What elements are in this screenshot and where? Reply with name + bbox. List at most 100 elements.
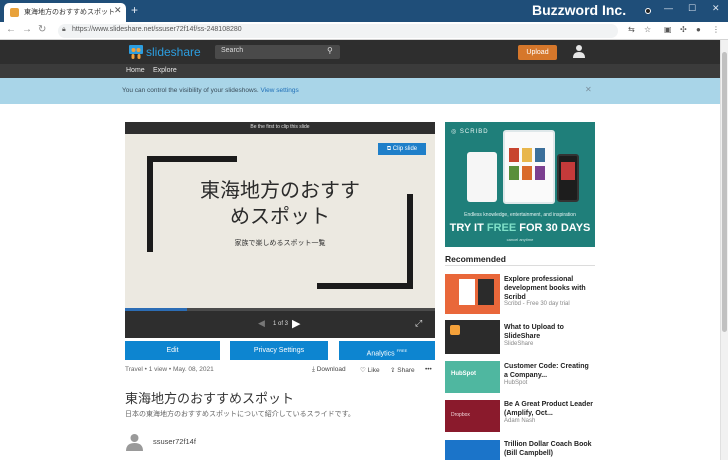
analytics-button[interactable]: Analytics FREE bbox=[339, 341, 435, 360]
minimize-icon[interactable]: — bbox=[664, 3, 673, 13]
site-header: slideshare Search ⚲ Upload bbox=[0, 40, 720, 64]
tab-title: 東海地方のおすすめスポット bbox=[24, 9, 115, 16]
book-cover bbox=[522, 148, 532, 162]
slideshare-logo-icon bbox=[450, 325, 460, 335]
recommended-thumbnail[interactable] bbox=[445, 440, 500, 460]
like-button[interactable]: ♡ Like bbox=[360, 366, 380, 374]
puzzle-icon[interactable]: ✣ bbox=[680, 25, 687, 34]
forward-icon[interactable]: → bbox=[22, 24, 32, 35]
book-cover bbox=[509, 148, 519, 162]
presentation-description: 日本の東海地方のおすすめスポットについて紹介しているスライドです。 bbox=[125, 410, 355, 418]
slide-pager: 1 of 3 bbox=[273, 321, 289, 327]
book-cover bbox=[478, 279, 494, 305]
presentation-meta: Travel • 1 view • May. 08, 2021 bbox=[125, 366, 214, 373]
privacy-settings-button[interactable]: Privacy Settings bbox=[230, 341, 328, 360]
nav-explore[interactable]: Explore bbox=[153, 67, 177, 74]
back-icon[interactable]: ← bbox=[6, 24, 16, 35]
window-close-icon[interactable]: ✕ bbox=[712, 3, 720, 14]
recommended-title[interactable]: Trillion Dollar Coach Book (Bill Campbel… bbox=[504, 440, 594, 458]
book-cover bbox=[535, 148, 545, 162]
book-cover bbox=[522, 166, 532, 180]
slide-progress-fill bbox=[125, 308, 187, 311]
fullscreen-icon[interactable]: ⤢ bbox=[415, 318, 422, 329]
search-placeholder: Search bbox=[221, 47, 244, 54]
slide-subtitle: 家族で楽しめるスポット一覧 bbox=[234, 239, 326, 247]
search-icon[interactable]: ⚲ bbox=[327, 46, 333, 55]
download-button[interactable]: ⤓ Download bbox=[312, 366, 346, 374]
page-scrollbar[interactable] bbox=[720, 40, 728, 460]
maximize-icon[interactable]: ☐ bbox=[688, 3, 696, 14]
edit-button[interactable]: Edit bbox=[125, 341, 220, 360]
recommended-divider bbox=[445, 265, 595, 266]
author-name[interactable]: ssuser72f14f bbox=[153, 437, 196, 446]
browser-tab[interactable]: 東海地方のおすすめスポット ✕ bbox=[4, 3, 126, 22]
tablet-illustration-center bbox=[503, 130, 555, 204]
reload-icon[interactable]: ↻ bbox=[38, 24, 46, 35]
slide-player: Be the first to clip this slide 東海地方のおすす… bbox=[125, 122, 435, 338]
address-bar: ← → ↻ 🔒︎ https://www.slideshare.net/ssus… bbox=[0, 22, 728, 40]
lock-icon: 🔒︎ bbox=[62, 26, 66, 33]
recommended-title[interactable]: What to Upload to SlideShare bbox=[504, 323, 594, 341]
browser-tab-bar: 東海地方のおすすめスポット ✕ + Buzzword Inc. — ☐ ✕ bbox=[0, 0, 728, 22]
notice-close-icon[interactable]: ✕ bbox=[585, 85, 592, 94]
brand-overlay: Buzzword Inc. bbox=[532, 2, 627, 18]
upload-button[interactable]: Upload bbox=[518, 45, 557, 60]
book-cover bbox=[561, 162, 575, 180]
slide-title: 東海地方のおすす めスポット bbox=[200, 178, 360, 228]
avatar-icon[interactable] bbox=[125, 432, 144, 451]
book-cover bbox=[459, 279, 475, 305]
new-tab-button[interactable]: + bbox=[131, 3, 138, 17]
previous-slide-icon[interactable]: ◀ bbox=[258, 318, 265, 329]
recommended-title[interactable]: Explore professional development books w… bbox=[504, 275, 594, 302]
record-icon bbox=[645, 8, 651, 14]
slide-canvas[interactable]: 東海地方のおすす めスポット 家族で楽しめるスポット一覧 ⧉ Clip slid… bbox=[125, 134, 435, 308]
scrollbar-thumb[interactable] bbox=[722, 52, 727, 332]
url-field[interactable]: 🔒︎ https://www.slideshare.net/ssuser72f1… bbox=[58, 24, 618, 38]
search-input[interactable]: Search ⚲ bbox=[215, 45, 340, 59]
recommended-source: SlideShare bbox=[504, 341, 534, 347]
tablet-illustration bbox=[467, 152, 497, 202]
extension-icon[interactable]: ▣ bbox=[664, 25, 672, 34]
ad-cta[interactable]: TRY IT FREE FOR 30 DAYS bbox=[445, 222, 595, 234]
secondary-nav: Home Explore bbox=[0, 64, 720, 78]
recommended-title[interactable]: Be A Great Product Leader (Amplify, Oct.… bbox=[504, 400, 594, 418]
more-options-button[interactable]: ••• bbox=[425, 366, 432, 373]
slide-progress-bar[interactable] bbox=[125, 308, 435, 311]
recommended-source: HubSpot bbox=[504, 380, 528, 386]
ad-tagline: Endless knowledge, entertainment, and in… bbox=[464, 212, 576, 218]
recommended-source: Adam Nash bbox=[504, 418, 536, 424]
clip-slide-button[interactable]: ⧉ Clip slide bbox=[378, 143, 426, 155]
url-text: https://www.slideshare.net/ssuser72f14f/… bbox=[72, 26, 242, 33]
recommended-source: Scribd - Free 30 day trial bbox=[504, 301, 570, 307]
view-settings-link[interactable]: View settings bbox=[261, 87, 299, 94]
recommended-thumbnail[interactable] bbox=[445, 274, 500, 314]
recommended-thumbnail[interactable]: HubSpot bbox=[445, 361, 500, 393]
visibility-notice: You can control the visibility of your s… bbox=[0, 78, 720, 104]
next-slide-icon[interactable]: ▶ bbox=[292, 317, 300, 330]
recommended-thumbnail[interactable] bbox=[445, 320, 500, 354]
tab-close-icon[interactable]: ✕ bbox=[114, 5, 122, 16]
bookmark-star-icon[interactable]: ☆ bbox=[644, 25, 651, 34]
slideshare-favicon-icon bbox=[10, 8, 19, 17]
book-cover bbox=[509, 166, 519, 180]
menu-dots-icon[interactable]: ⋮ bbox=[712, 25, 720, 34]
dropbox-logo-icon: Dropbox bbox=[451, 412, 470, 418]
scribd-ad[interactable]: ◎ SCRIBD Endless knowledge, entertainmen… bbox=[445, 122, 595, 247]
book-cover bbox=[535, 166, 545, 180]
phone-illustration bbox=[557, 154, 579, 202]
notice-text: You can control the visibility of your s… bbox=[122, 87, 299, 94]
profile-icon[interactable]: ● bbox=[696, 25, 701, 34]
recommended-title[interactable]: Customer Code: Creating a Company... bbox=[504, 362, 594, 380]
slideshare-logo-icon[interactable] bbox=[128, 44, 144, 60]
hubspot-logo-icon: HubSpot bbox=[451, 371, 476, 377]
user-icon[interactable] bbox=[573, 44, 585, 58]
scribd-brand: ◎ SCRIBD bbox=[451, 129, 489, 135]
recommended-thumbnail[interactable]: Dropbox bbox=[445, 400, 500, 432]
logo-text[interactable]: slideshare bbox=[146, 45, 201, 59]
share-button[interactable]: ⇪ Share bbox=[390, 366, 415, 374]
presentation-title: 東海地方のおすすめスポット bbox=[125, 392, 295, 407]
translate-icon[interactable]: ⇆ bbox=[628, 25, 635, 34]
nav-home[interactable]: Home bbox=[126, 67, 145, 74]
first-clip-text: Be the first to clip this slide bbox=[250, 124, 310, 130]
recommended-heading: Recommended bbox=[445, 254, 506, 264]
